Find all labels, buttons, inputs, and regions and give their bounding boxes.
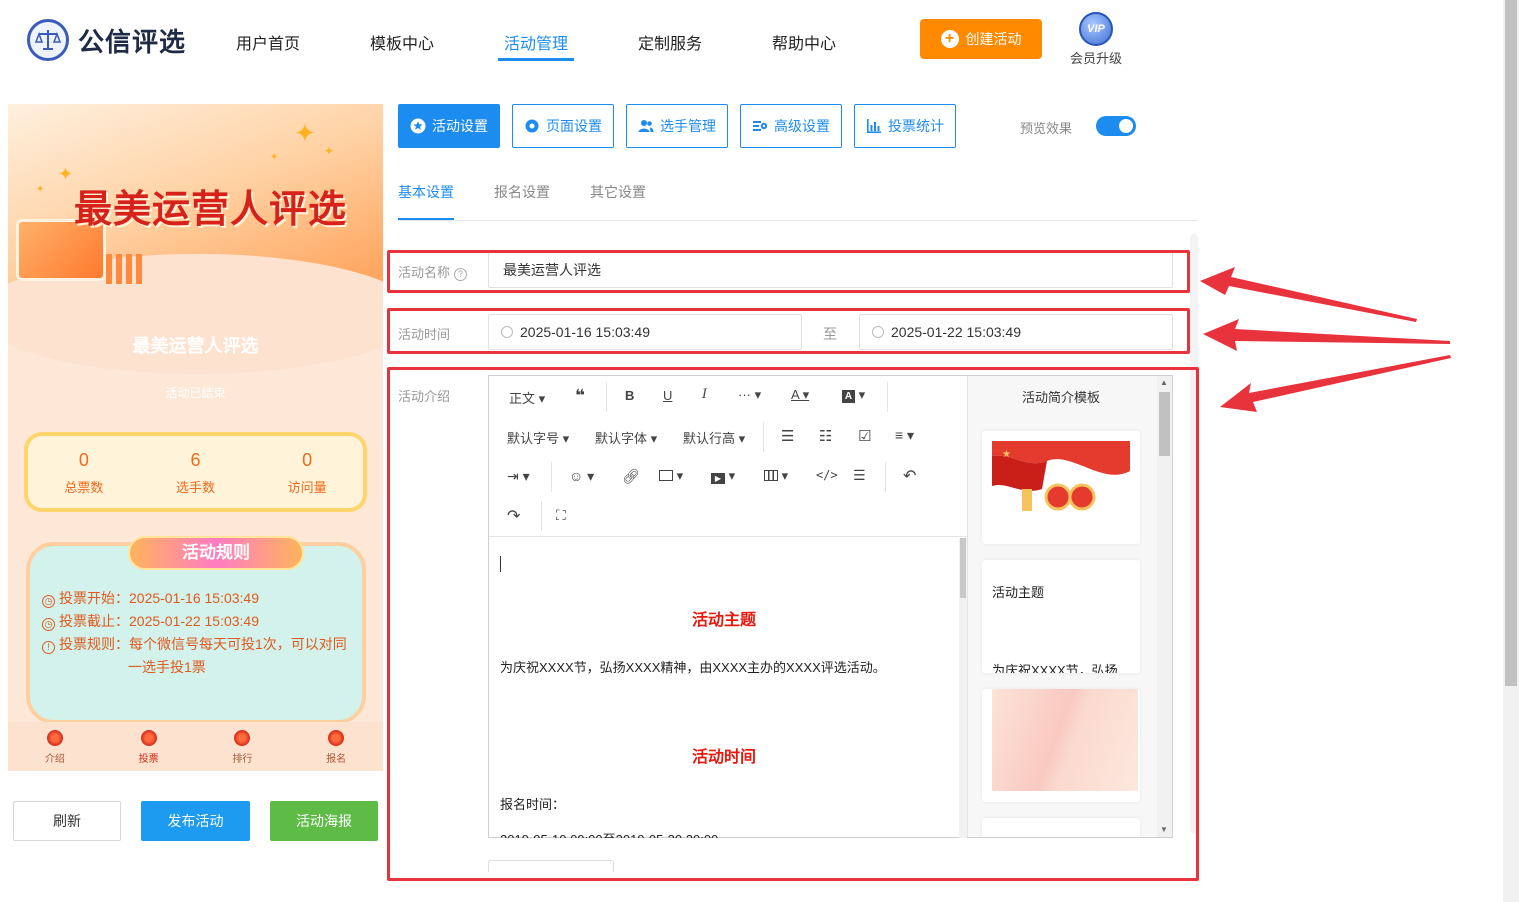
mobile-preview: ✦ ✦ ✦ ✦ ✦ 最美运营人评选 最美运营人评选 活动已结束 0 总票数 6 … <box>8 104 383 771</box>
annotation-arrows <box>1200 267 1451 412</box>
gear-icon <box>524 118 540 134</box>
vote-statistics-label: 投票统计 <box>888 118 944 134</box>
page-scrollbar-thumb[interactable] <box>1505 0 1517 686</box>
nav-custom-service[interactable]: 定制服务 <box>638 30 702 54</box>
activity-banner: ✦ ✦ ✦ ✦ ✦ 最美运营人评选 <box>8 104 383 374</box>
clock-icon: ◷ <box>42 595 55 608</box>
subtab-other[interactable]: 其它设置 <box>590 182 646 202</box>
subtab-basic[interactable]: 基本设置 <box>398 182 454 202</box>
plus-icon: + <box>940 30 959 48</box>
tab-signup[interactable]: 报名 <box>289 722 383 771</box>
create-activity-label: 创建活动 <box>965 31 1022 47</box>
intro-icon <box>46 730 63 746</box>
page-scrollbar[interactable] <box>1503 0 1519 902</box>
highlight-box-name <box>387 250 1190 293</box>
logo[interactable]: 公信评选 <box>27 19 186 61</box>
nav-active-indicator <box>498 58 574 61</box>
preview-activity-status: 活动已结束 <box>165 386 226 400</box>
tab-label: 排行 <box>232 754 253 765</box>
ranking-icon <box>234 730 251 746</box>
contestant-management-label: 选手管理 <box>660 118 716 134</box>
settings-subtabs: 基本设置 报名设置 其它设置 <box>398 182 1198 221</box>
stat-visits: 0 访问量 <box>251 436 363 508</box>
bar-chart-icon <box>866 118 882 134</box>
bar-chart-illustration <box>106 254 142 284</box>
rules-title: 活动规则 <box>128 536 304 570</box>
arrow-to-time <box>1203 319 1450 351</box>
stats-card: 0 总票数 6 选手数 0 访问量 <box>24 432 367 512</box>
rule-start: ◷ 投票开始：2025-01-16 15:03:49 <box>42 588 259 608</box>
signup-icon <box>328 730 345 746</box>
sparkle-icon: ✦ <box>36 184 45 195</box>
rules-card: 活动规则 ◷ 投票开始：2025-01-16 15:03:49 ◷ 投票截止：202… <box>26 536 366 724</box>
vip-icon: VIP <box>1079 12 1113 46</box>
tab-vote[interactable]: 投票 <box>102 722 196 771</box>
nav-template-center[interactable]: 模板中心 <box>370 30 434 54</box>
activity-settings-button[interactable]: 活动设置 <box>398 104 500 148</box>
publish-activity-button[interactable]: 发布活动 <box>141 801 250 841</box>
activity-settings-label: 活动设置 <box>432 118 488 134</box>
arrow-to-name <box>1200 267 1417 322</box>
rule-vote-text: 投票规则：每个微信号每天可投1次，可以对同 <box>59 636 347 652</box>
highlight-box-intro <box>387 367 1199 881</box>
create-activity-button[interactable]: + 创建活动 <box>920 19 1042 59</box>
preview-tabbar: 介绍 投票 排行 报名 <box>8 722 383 771</box>
sliders-icon <box>752 118 768 134</box>
stat-label: 总票数 <box>64 480 104 495</box>
stat-value: 6 <box>190 450 201 470</box>
tab-label: 投票 <box>138 754 159 765</box>
nav-activity-management[interactable]: 活动管理 <box>504 30 568 54</box>
vip-upgrade-label: 会员升级 <box>1069 51 1122 66</box>
activity-poster-button[interactable]: 活动海报 <box>270 801 378 841</box>
banner-title: 最美运营人评选 <box>74 186 348 231</box>
sparkle-icon: ✦ <box>324 144 335 158</box>
scales-logo-icon <box>27 19 69 61</box>
rule-end: ◷ 投票截止：2025-01-22 15:03:49 <box>42 611 259 631</box>
vote-statistics-button[interactable]: 投票统计 <box>854 104 956 148</box>
top-header: 公信评选 用户首页 模板中心 活动管理 定制服务 帮助中心 + 创建活动 VIP… <box>0 0 1503 80</box>
preview-toggle[interactable] <box>1096 116 1136 136</box>
sparkle-icon: ✦ <box>270 152 279 163</box>
sparkle-icon: ✦ <box>58 164 74 184</box>
tab-intro[interactable]: 介绍 <box>8 722 102 771</box>
subtab-signup[interactable]: 报名设置 <box>494 182 550 202</box>
vip-upgrade[interactable]: VIP 会员升级 <box>1066 12 1126 67</box>
tab-label: 介绍 <box>44 754 65 765</box>
rule-start-text: 投票开始：2025-01-16 15:03:49 <box>59 590 259 606</box>
vote-icon <box>140 730 157 746</box>
users-icon <box>638 118 654 134</box>
nav-user-home[interactable]: 用户首页 <box>236 30 300 54</box>
preview-activity-title: 最美运营人评选 <box>132 336 259 356</box>
rule-end-text: 投票截止：2025-01-22 15:03:49 <box>59 613 259 629</box>
rule-vote-cont: 一选手投1票 <box>128 659 206 675</box>
subtab-active-indicator <box>398 218 454 220</box>
stat-label: 选手数 <box>176 480 216 495</box>
info-icon: ! <box>42 641 55 654</box>
page-settings-label: 页面设置 <box>546 118 602 134</box>
advanced-settings-label: 高级设置 <box>774 118 830 134</box>
stat-contestants: 6 选手数 <box>140 436 252 508</box>
preview-toggle-label: 预览效果 <box>1020 121 1073 136</box>
toggle-knob <box>1119 119 1133 133</box>
nav-help-center[interactable]: 帮助中心 <box>772 30 836 54</box>
tab-ranking[interactable]: 排行 <box>196 722 290 771</box>
page-settings-button[interactable]: 页面设置 <box>512 104 614 148</box>
tab-label: 报名 <box>326 754 347 765</box>
stat-value: 0 <box>78 450 89 470</box>
stat-label: 访问量 <box>287 480 327 495</box>
rule-vote: ! 投票规则：每个微信号每天可投1次，可以对同 <box>42 634 347 654</box>
app-name: 公信评选 <box>78 26 187 57</box>
arrow-to-intro <box>1220 355 1451 412</box>
sparkle-icon: ✦ <box>294 118 316 148</box>
clock-icon: ◷ <box>42 618 55 631</box>
refresh-button[interactable]: 刷新 <box>13 801 121 841</box>
contestant-management-button[interactable]: 选手管理 <box>626 104 728 148</box>
star-icon <box>410 118 426 134</box>
highlight-box-time <box>387 308 1190 354</box>
stat-value: 0 <box>302 450 313 470</box>
advanced-settings-button[interactable]: 高级设置 <box>740 104 842 148</box>
stat-total-votes: 0 总票数 <box>28 436 140 508</box>
